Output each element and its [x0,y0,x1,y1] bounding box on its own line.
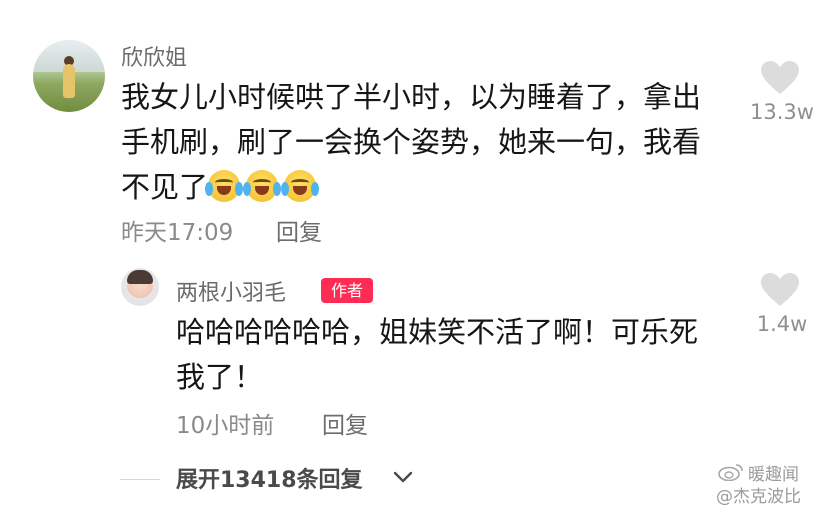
reply-time: 10小时前 [176,413,275,439]
comment-line-2: 手机刷，刷了一会换个姿势，她来一句，我看 [121,125,702,159]
reply-line-2: 我了！ [176,360,264,394]
expand-replies-button[interactable]: 展开13418条回复 [176,462,363,494]
commenter-avatar[interactable] [33,40,105,112]
heart-icon [761,61,799,94]
laugh-cry-icon [243,170,282,202]
heart-icon [761,273,799,306]
comment-text: 我女儿小时候哄了半小时，以为睡着了，拿出 手机刷，刷了一会换个姿势，她来一句，我… [121,75,741,210]
watermark-handle: @杰克波比 [716,487,801,507]
reply-text: 哈哈哈哈哈哈，姐妹笑不活了啊！可乐死 我了！ [176,310,736,400]
comment-like-button[interactable] [760,60,800,96]
expand-divider [120,479,160,480]
comment-time: 昨天17:09 [121,220,234,246]
author-badge: 作者 [321,278,373,303]
reply-avatar[interactable] [121,268,159,306]
commenter-username[interactable]: 欣欣姐 [121,40,187,72]
weibo-logo-icon [718,463,744,482]
comment-line-1: 我女儿小时候哄了半小时，以为睡着了，拿出 [121,80,702,114]
laugh-cry-icon [281,170,320,202]
laugh-cry-icon [205,170,244,202]
reply-like-count: 1.4w [756,312,808,336]
chevron-down-icon[interactable] [393,469,413,483]
reply-line-1: 哈哈哈哈哈哈，姐妹笑不活了啊！可乐死 [176,315,699,349]
reply-reply-button[interactable]: 回复 [322,406,368,440]
comment-line-3: 不见了 [121,165,741,210]
reply-username[interactable]: 两根小羽毛 [176,275,286,307]
comment-like-count: 13.3w [750,100,814,124]
reply-like-button[interactable] [760,272,800,308]
comment-reply-button[interactable]: 回复 [276,213,322,247]
comment-line-3-text: 不见了 [121,170,209,204]
